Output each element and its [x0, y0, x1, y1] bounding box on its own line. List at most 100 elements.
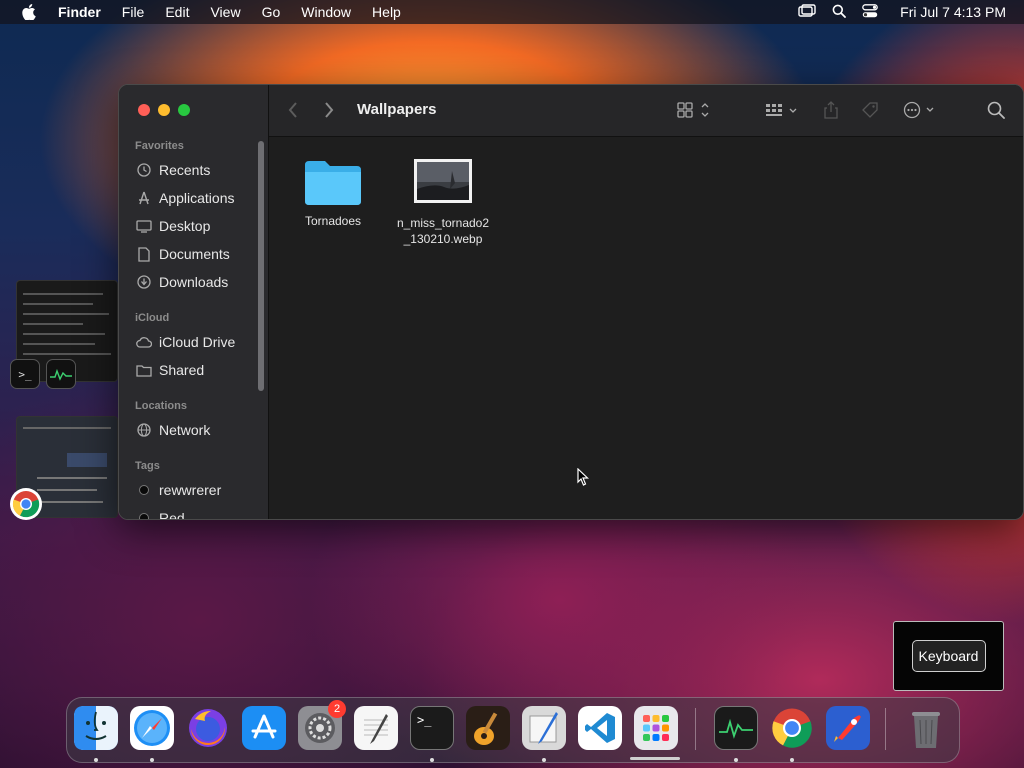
dock: 2 >_	[66, 697, 960, 763]
sidebar-item-icloud-drive[interactable]: iCloud Drive	[135, 330, 260, 354]
running-indicator	[542, 758, 546, 762]
minimize-button[interactable]	[158, 104, 170, 116]
sidebar-item-documents[interactable]: Documents	[135, 242, 260, 266]
group-icon[interactable]	[765, 101, 805, 119]
dock-app-store-icon[interactable]	[242, 706, 286, 750]
dock-safari-icon[interactable]	[130, 706, 174, 750]
dock-separator	[695, 708, 696, 750]
icon-view-icon[interactable]	[677, 101, 717, 119]
spotlight-search-icon[interactable]	[832, 4, 847, 21]
finder-toolbar: Wallpapers	[269, 85, 1023, 137]
mouse-cursor-icon	[577, 467, 590, 491]
applications-icon	[135, 189, 153, 207]
clock-icon	[135, 161, 153, 179]
file-item-tornadoes-folder[interactable]: Tornadoes	[281, 157, 385, 229]
menu-go[interactable]: Go	[262, 4, 281, 20]
running-indicator	[430, 758, 434, 762]
sidebar-item-label: Documents	[159, 246, 230, 262]
display-icon[interactable]	[798, 3, 816, 21]
menu-app-finder[interactable]: Finder	[58, 4, 101, 20]
running-indicator	[94, 758, 98, 762]
finder-sidebar: Favorites Recents Applications Desktop D…	[119, 85, 269, 519]
keyboard-button[interactable]: Keyboard	[911, 640, 986, 672]
dock-script-editor-icon[interactable]	[522, 706, 566, 750]
dock-separator	[885, 708, 886, 750]
sidebar-item-label: Downloads	[159, 274, 229, 290]
stage-terminal-icon[interactable]: >_	[10, 359, 40, 389]
keyboard-popup: Keyboard	[893, 621, 1004, 691]
dock-finder-icon[interactable]	[74, 706, 118, 750]
sidebar-tag-red[interactable]: Red	[135, 506, 260, 519]
dock-vscode-icon[interactable]	[578, 706, 622, 750]
menu-bar-clock[interactable]: Fri Jul 7 4:13 PM	[900, 4, 1006, 20]
stage-activity-monitor-icon[interactable]	[46, 359, 76, 389]
dock-textedit-icon[interactable]	[354, 706, 398, 750]
stage-chrome-icon[interactable]	[10, 488, 42, 520]
close-button[interactable]	[138, 104, 150, 116]
file-item-tornado-image[interactable]: n_miss_tornado2 _130210.webp	[391, 159, 495, 247]
back-icon[interactable]	[287, 101, 299, 119]
dock-trash-icon[interactable]	[904, 706, 948, 750]
sidebar-item-network[interactable]: Network	[135, 418, 260, 442]
dock-chrome-icon[interactable]	[770, 706, 814, 750]
sidebar-item-label: Recents	[159, 162, 211, 178]
sidebar-tag-rewwrerer[interactable]: rewwrerer	[135, 478, 260, 502]
menu-bar: Finder File Edit View Go Window Help Fri…	[0, 0, 1024, 24]
dock-launchpad-icon[interactable]	[634, 706, 678, 750]
dock-activity-monitor-icon[interactable]	[714, 706, 758, 750]
notification-badge: 2	[328, 700, 346, 718]
dock-system-settings-icon[interactable]: 2	[298, 700, 346, 750]
shared-folder-icon	[135, 361, 153, 379]
dock-firefox-icon[interactable]	[186, 706, 230, 750]
forward-icon[interactable]	[323, 101, 335, 119]
more-actions-icon[interactable]	[903, 101, 939, 119]
globe-icon	[135, 421, 153, 439]
control-center-icon[interactable]	[862, 3, 879, 21]
menu-view[interactable]: View	[210, 4, 240, 20]
sidebar-item-downloads[interactable]: Downloads	[135, 270, 260, 294]
sidebar-item-label: Applications	[159, 190, 235, 206]
window-controls	[138, 104, 190, 116]
folder-icon	[281, 157, 385, 207]
apple-logo-icon[interactable]	[18, 4, 40, 20]
finder-window: Favorites Recents Applications Desktop D…	[118, 84, 1024, 520]
sidebar-section-icloud: iCloud	[135, 312, 170, 324]
sidebar-section-locations: Locations	[135, 400, 187, 412]
menu-help[interactable]: Help	[372, 4, 401, 20]
running-indicator	[790, 758, 794, 762]
sidebar-item-desktop[interactable]: Desktop	[135, 214, 260, 238]
sidebar-item-label: iCloud Drive	[159, 334, 236, 350]
sidebar-item-shared[interactable]: Shared	[135, 358, 260, 382]
dock-garageband-icon[interactable]	[466, 706, 510, 750]
dock-scroll-indicator	[630, 757, 680, 760]
sidebar-item-applications[interactable]: Applications	[135, 186, 260, 210]
running-indicator	[150, 758, 154, 762]
share-icon[interactable]	[823, 100, 839, 120]
file-name: Tornadoes	[304, 214, 362, 228]
sidebar-item-label: Network	[159, 422, 211, 438]
sidebar-section-favorites: Favorites	[135, 140, 184, 152]
window-title: Wallpapers	[357, 101, 437, 118]
tag-icon[interactable]	[861, 101, 879, 119]
sidebar-item-label: Shared	[159, 362, 205, 378]
zoom-button[interactable]	[178, 104, 190, 116]
file-name-line-1: n_miss_tornado2	[396, 216, 490, 230]
search-icon[interactable]	[987, 101, 1005, 119]
finder-content: Wallpapers Tornadoes n_miss_tornado2 _13…	[269, 85, 1023, 519]
sidebar-item-recents[interactable]: Recents	[135, 158, 260, 182]
dock-rocket-app-icon[interactable]	[826, 706, 870, 750]
desktop-icon	[135, 217, 153, 235]
tag-color-dot	[139, 513, 149, 519]
menu-file[interactable]: File	[122, 4, 145, 20]
tag-color-dot	[139, 485, 149, 495]
cloud-icon	[135, 333, 153, 351]
download-icon	[135, 273, 153, 291]
running-indicator	[734, 758, 738, 762]
menu-edit[interactable]: Edit	[165, 4, 189, 20]
file-name-line-2: _130210.webp	[403, 232, 483, 246]
menu-window[interactable]: Window	[301, 4, 351, 20]
sidebar-section-tags: Tags	[135, 460, 160, 472]
sidebar-scrollbar[interactable]	[258, 141, 264, 391]
sidebar-item-label: Desktop	[159, 218, 211, 234]
dock-terminal-icon[interactable]: >_	[410, 706, 454, 750]
